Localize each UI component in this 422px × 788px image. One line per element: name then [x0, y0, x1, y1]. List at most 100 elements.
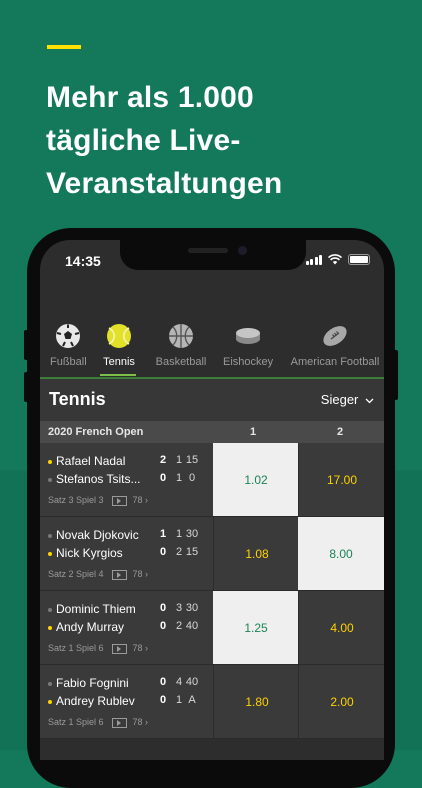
- odds-button-1[interactable]: 1.80: [213, 665, 300, 738]
- section-header: Tennis Sieger: [40, 379, 384, 421]
- match-status-text: Satz 3 Spiel 3: [48, 495, 104, 505]
- tab-label: Fußball: [50, 356, 87, 368]
- app-screen: 14:35 Fußball Tennis Basketball Eishocke…: [40, 240, 384, 760]
- match-row[interactable]: Dominic Thiem 0 3 30 Andy Murray 0 2 40 Satz 1 S…: [40, 591, 384, 665]
- match-status: Satz 1 Spiel 6 78 ›: [48, 717, 148, 728]
- headline: Mehr als 1.000 tägliche Live- Veranstalt…: [46, 76, 282, 205]
- status-time: 14:35: [65, 253, 101, 269]
- games-score: 3: [175, 602, 183, 614]
- status-bar: 14:35: [40, 240, 384, 284]
- serving-indicator: [48, 551, 52, 556]
- sets-score: 0: [159, 546, 167, 558]
- wifi-icon: [328, 254, 342, 265]
- player-name-text: Andy Murray: [56, 620, 125, 634]
- tab-label: American Football: [290, 356, 380, 368]
- player-name-text: Dominic Thiem: [56, 602, 136, 616]
- tennis-ball-icon: [107, 324, 131, 348]
- basketball-icon: [169, 324, 193, 348]
- points-score: 15: [185, 546, 199, 558]
- serving-indicator: [48, 625, 52, 630]
- speaker: [188, 248, 228, 253]
- player-name-text: Stefanos Tsits...: [56, 472, 141, 486]
- odds-button-1[interactable]: 1.25: [213, 591, 299, 664]
- live-stream-icon: [111, 569, 127, 580]
- chevron-down-icon: [365, 398, 374, 403]
- sets-score: 2: [159, 454, 167, 466]
- sets-score: 0: [159, 620, 167, 632]
- headline-line-1: Mehr als 1.000: [46, 81, 254, 114]
- more-markets-link[interactable]: 78 ›: [133, 495, 149, 505]
- hockey-puck-icon: [236, 328, 260, 344]
- camera: [238, 246, 247, 255]
- match-row[interactable]: Novak Djokovic 1 1 30 Nick Kyrgios 0 2 15 Satz 2…: [40, 517, 384, 591]
- player-name: Rafael Nadal: [48, 454, 125, 468]
- player-name: Andrey Rublev: [48, 694, 135, 708]
- sets-score: 0: [159, 694, 167, 706]
- live-stream-icon: [111, 643, 127, 654]
- points-score: A: [188, 694, 196, 706]
- sets-score: 0: [159, 472, 167, 484]
- more-markets-link[interactable]: 78 ›: [133, 717, 149, 727]
- tab-eishockey[interactable]: Eishockey: [223, 322, 273, 368]
- tab-american-football[interactable]: American Football: [290, 322, 380, 368]
- signal-icon: [305, 254, 322, 265]
- player-name-text: Fabio Fognini: [56, 676, 129, 690]
- battery-icon: [348, 254, 370, 265]
- games-score: 1: [175, 528, 183, 540]
- match-status-text: Satz 2 Spiel 4: [48, 569, 104, 579]
- serving-indicator: [48, 699, 52, 704]
- odds-button-1[interactable]: 1.02: [213, 443, 299, 516]
- match-status-text: Satz 1 Spiel 6: [48, 643, 104, 653]
- live-stream-icon: [111, 495, 127, 506]
- match-status-text: Satz 1 Spiel 6: [48, 717, 104, 727]
- points-score: 15: [185, 454, 199, 466]
- odds-button-2[interactable]: 17.00: [298, 443, 384, 516]
- games-score: 1: [175, 454, 183, 466]
- tab-fussball[interactable]: Fußball: [50, 322, 87, 368]
- not-serving-indicator: [48, 607, 52, 612]
- match-row[interactable]: Rafael Nadal 2 1 15 Stefanos Tsits... 0 1 0 Satz…: [40, 443, 384, 517]
- match-status: Satz 3 Spiel 3 78 ›: [48, 495, 148, 506]
- column-header-2: 2: [337, 426, 344, 438]
- live-stream-icon: [111, 717, 127, 728]
- more-markets-link[interactable]: 78 ›: [133, 643, 149, 653]
- odds-button-1[interactable]: 1.08: [213, 517, 300, 590]
- games-score: 1: [175, 472, 183, 484]
- player-name: Nick Kyrgios: [48, 546, 123, 560]
- not-serving-indicator: [48, 477, 52, 482]
- games-score: 1: [175, 694, 183, 706]
- serving-indicator: [48, 459, 52, 464]
- points-score: 40: [185, 676, 199, 688]
- tab-label: Basketball: [155, 356, 207, 368]
- headline-line-3: Veranstaltungen: [46, 167, 283, 200]
- player-name: Dominic Thiem: [48, 602, 136, 616]
- competition-header: 2020 French Open 1 2: [40, 421, 384, 443]
- market-label: Sieger: [320, 392, 359, 407]
- match-row[interactable]: Fabio Fognini 0 4 40 Andrey Rublev 0 1 A Satz 1 …: [40, 665, 384, 739]
- tab-label: Tennis: [103, 356, 135, 368]
- player-name: Andy Murray: [48, 620, 124, 634]
- player-name-text: Novak Djokovic: [56, 528, 139, 542]
- player-name-text: Andrey Rublev: [56, 694, 135, 708]
- match-status: Satz 2 Spiel 4 78 ›: [48, 569, 148, 580]
- headline-line-2: tägliche Live-: [46, 124, 241, 157]
- phone-volume-button: [24, 330, 28, 360]
- sets-score: 0: [159, 602, 167, 614]
- status-icons: [305, 254, 370, 265]
- odds-button-2[interactable]: 8.00: [298, 517, 384, 590]
- section-title: Tennis: [49, 389, 106, 409]
- points-score: 0: [188, 472, 196, 484]
- odds-button-2[interactable]: 2.00: [298, 665, 384, 738]
- odds-button-2[interactable]: 4.00: [298, 591, 384, 664]
- tab-label: Eishockey: [223, 356, 274, 368]
- more-markets-link[interactable]: 78 ›: [133, 569, 149, 579]
- notch: [120, 240, 306, 270]
- points-score: 30: [185, 528, 199, 540]
- american-football-icon: [323, 326, 347, 346]
- column-header-1: 1: [250, 426, 257, 438]
- player-name: Novak Djokovic: [48, 528, 139, 542]
- tab-tennis[interactable]: Tennis: [102, 322, 136, 368]
- tab-basketball[interactable]: Basketball: [154, 322, 208, 368]
- games-score: 2: [175, 546, 183, 558]
- market-dropdown[interactable]: Sieger: [321, 392, 374, 407]
